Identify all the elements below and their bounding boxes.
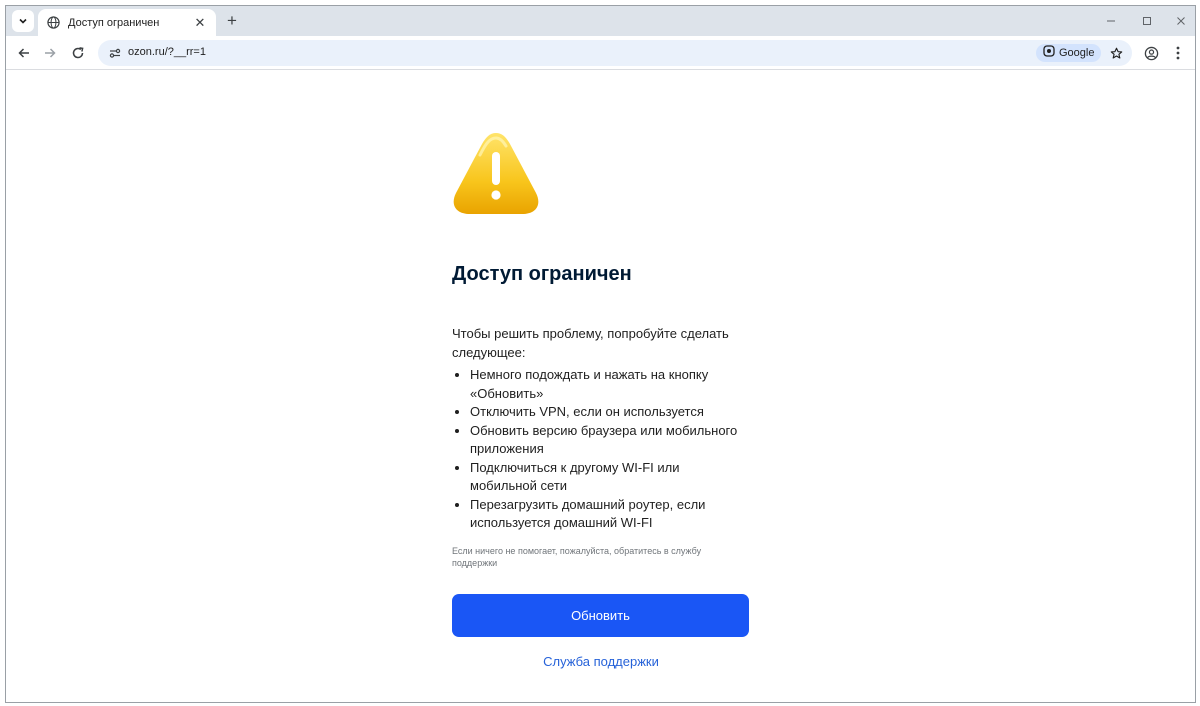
list-item: Перезагрузить домашний роутер, если испо… xyxy=(470,496,750,533)
browser-window: Доступ ограничен ✕ + ozon.ru/?__rr=1 Goo… xyxy=(5,5,1196,703)
site-settings-icon[interactable] xyxy=(108,46,122,60)
close-icon[interactable]: ✕ xyxy=(192,15,208,31)
list-item: Обновить версию браузера или мобильного … xyxy=(470,422,750,459)
support-link[interactable]: Служба поддержки xyxy=(452,654,750,669)
tab-strip: Доступ ограничен ✕ + xyxy=(6,6,1195,36)
maximize-icon[interactable] xyxy=(1135,12,1159,30)
kebab-menu-icon[interactable] xyxy=(1169,44,1187,62)
profile-icon[interactable] xyxy=(1142,44,1160,62)
active-tab[interactable]: Доступ ограничен ✕ xyxy=(38,9,216,36)
page-title: Доступ ограничен xyxy=(452,263,632,285)
url-text[interactable]: ozon.ru/?__rr=1 xyxy=(128,46,206,58)
back-arrow-icon[interactable] xyxy=(14,43,34,63)
forward-arrow-icon[interactable] xyxy=(40,43,60,63)
warning-icon xyxy=(453,133,539,214)
support-note: Если ничего не помогает, пожалуйста, обр… xyxy=(452,545,702,568)
plus-icon[interactable]: + xyxy=(222,11,242,31)
reload-icon[interactable] xyxy=(68,43,88,63)
list-item: Отключить VPN, если он используется xyxy=(470,403,750,422)
list-item: Подключиться к другому WI-FI или мобильн… xyxy=(470,459,750,496)
google-chip-label: Google xyxy=(1059,47,1095,59)
list-item: Немного подождать и нажать на кнопку «Об… xyxy=(470,366,750,403)
globe-icon xyxy=(46,16,60,30)
minimize-icon[interactable] xyxy=(1099,12,1123,30)
tab-title: Доступ ограничен xyxy=(68,16,160,29)
steps-list: Немного подождать и нажать на кнопку «Об… xyxy=(452,366,750,533)
window-close-icon[interactable] xyxy=(1169,12,1193,30)
access-restricted-panel: Доступ ограничен Чтобы решить проблему, … xyxy=(452,129,750,669)
star-icon[interactable] xyxy=(1108,45,1124,61)
refresh-button[interactable]: Обновить xyxy=(452,593,749,637)
google-lens-chip[interactable]: Google xyxy=(1036,44,1102,62)
intro-text: Чтобы решить проблему, попробуйте сделат… xyxy=(452,326,729,360)
tab-search-icon[interactable] xyxy=(12,10,34,32)
browser-toolbar: ozon.ru/?__rr=1 Google xyxy=(6,36,1195,70)
google-lens-icon xyxy=(1043,44,1055,62)
page-viewport: Доступ ограничен Чтобы решить проблему, … xyxy=(6,71,1195,702)
address-bar[interactable]: ozon.ru/?__rr=1 Google xyxy=(98,40,1132,66)
